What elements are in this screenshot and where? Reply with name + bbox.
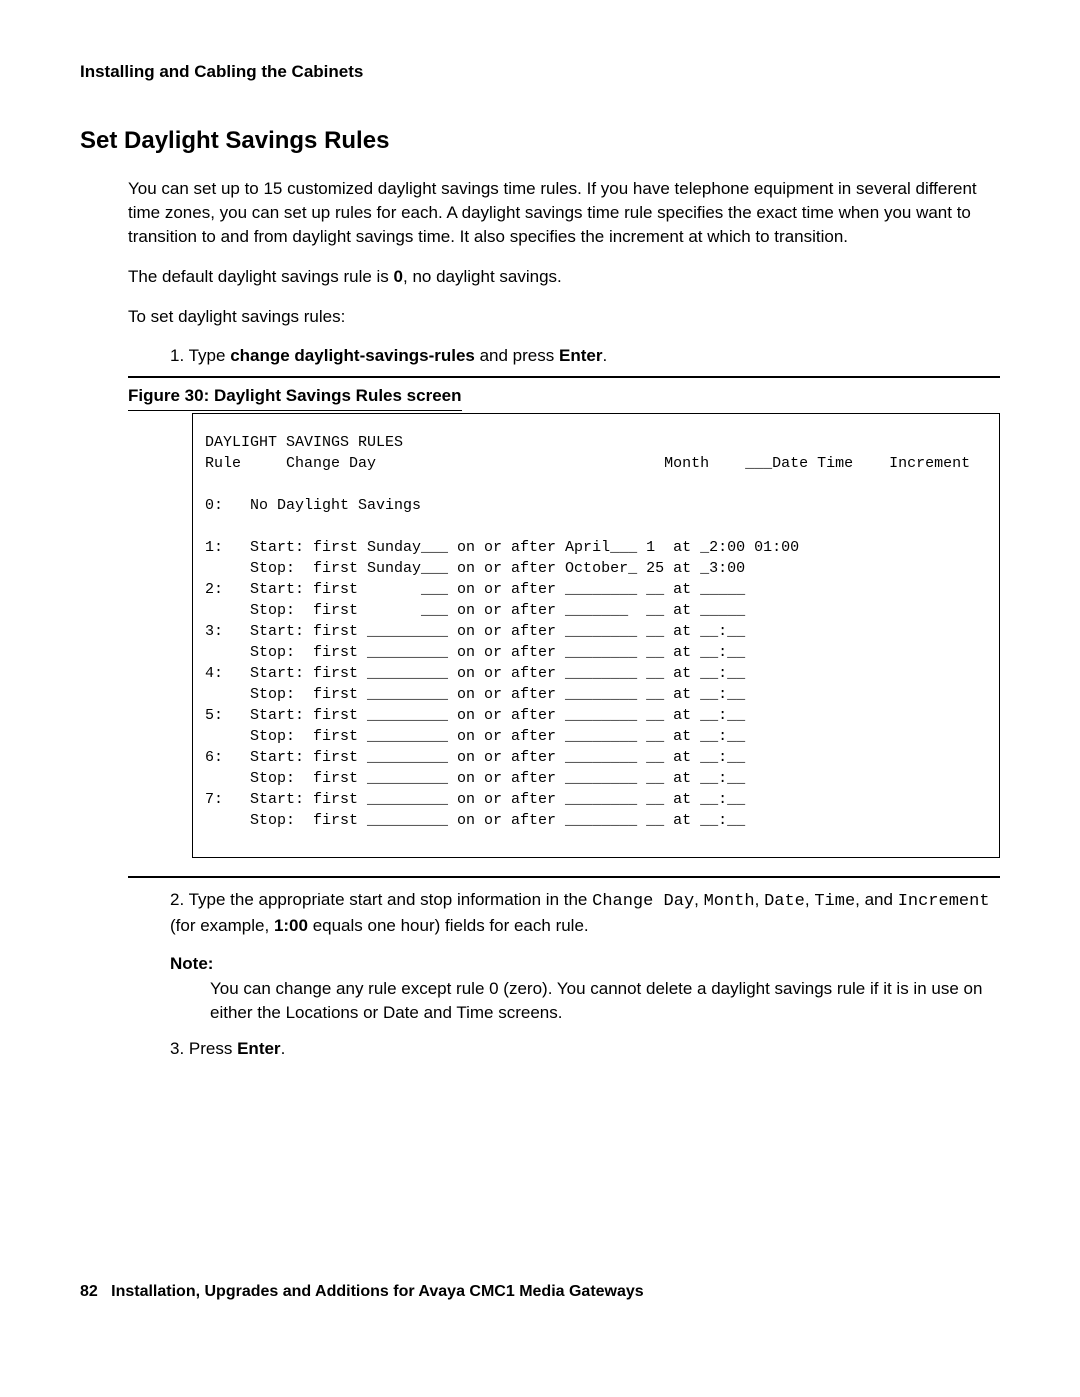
footer-text: Installation, Upgrades and Additions for… — [111, 1283, 644, 1300]
para2-a: The default daylight savings rule is — [128, 267, 394, 286]
step-2: 2. Type the appropriate start and stop i… — [170, 888, 1000, 938]
step2-g: equals one hour) fields for each rule. — [308, 916, 589, 935]
step2-m1: Change Day — [592, 892, 694, 911]
footer: 82 Installation, Upgrades and Additions … — [80, 1281, 1000, 1303]
step1-c: and press — [475, 346, 559, 365]
step3-c: . — [281, 1039, 286, 1058]
step-1: 1. Type change daylight-savings-rules an… — [170, 344, 1000, 368]
para2-bold: 0 — [394, 267, 403, 286]
step2-c: , — [755, 890, 764, 909]
step1-cmd: change daylight-savings-rules — [230, 346, 475, 365]
section-title: Set Daylight Savings Rules — [80, 124, 1000, 158]
step2-b: , — [694, 890, 703, 909]
figure-caption: Figure 30: Daylight Savings Rules screen — [128, 384, 1000, 411]
terminal-screen: DAYLIGHT SAVINGS RULES Rule Change Day M… — [192, 413, 1000, 858]
para2-c: , no daylight savings. — [403, 267, 562, 286]
step2-bold: 1:00 — [274, 916, 308, 935]
step1-a: 1. Type — [170, 346, 230, 365]
note-body: You can change any rule except rule 0 (z… — [210, 977, 1000, 1025]
step3-a: 3. Press — [170, 1039, 237, 1058]
step2-m4: Time — [814, 892, 855, 911]
figure-bottom-rule — [128, 876, 1000, 878]
step2-m3: Date — [764, 892, 805, 911]
step-3: 3. Press Enter. — [170, 1037, 1000, 1061]
step2-e: , and — [855, 890, 898, 909]
step1-enter: Enter — [559, 346, 602, 365]
note-label: Note: — [170, 952, 1000, 976]
paragraph-2: The default daylight savings rule is 0, … — [128, 265, 1000, 289]
running-header: Installing and Cabling the Cabinets — [80, 60, 1000, 84]
figure-top-rule — [128, 376, 1000, 378]
step2-a: 2. Type the appropriate start and stop i… — [170, 890, 592, 909]
step2-d: , — [805, 890, 814, 909]
step3-enter: Enter — [237, 1039, 280, 1058]
step2-m2: Month — [704, 892, 755, 911]
step2-f: (for example, — [170, 916, 274, 935]
figure-caption-text: Figure 30: Daylight Savings Rules screen — [128, 384, 462, 411]
page-number: 82 — [80, 1283, 98, 1300]
step2-m5: Increment — [898, 892, 990, 911]
paragraph-1: You can set up to 15 customized daylight… — [128, 177, 1000, 248]
step1-e: . — [602, 346, 607, 365]
paragraph-3: To set daylight savings rules: — [128, 305, 1000, 329]
